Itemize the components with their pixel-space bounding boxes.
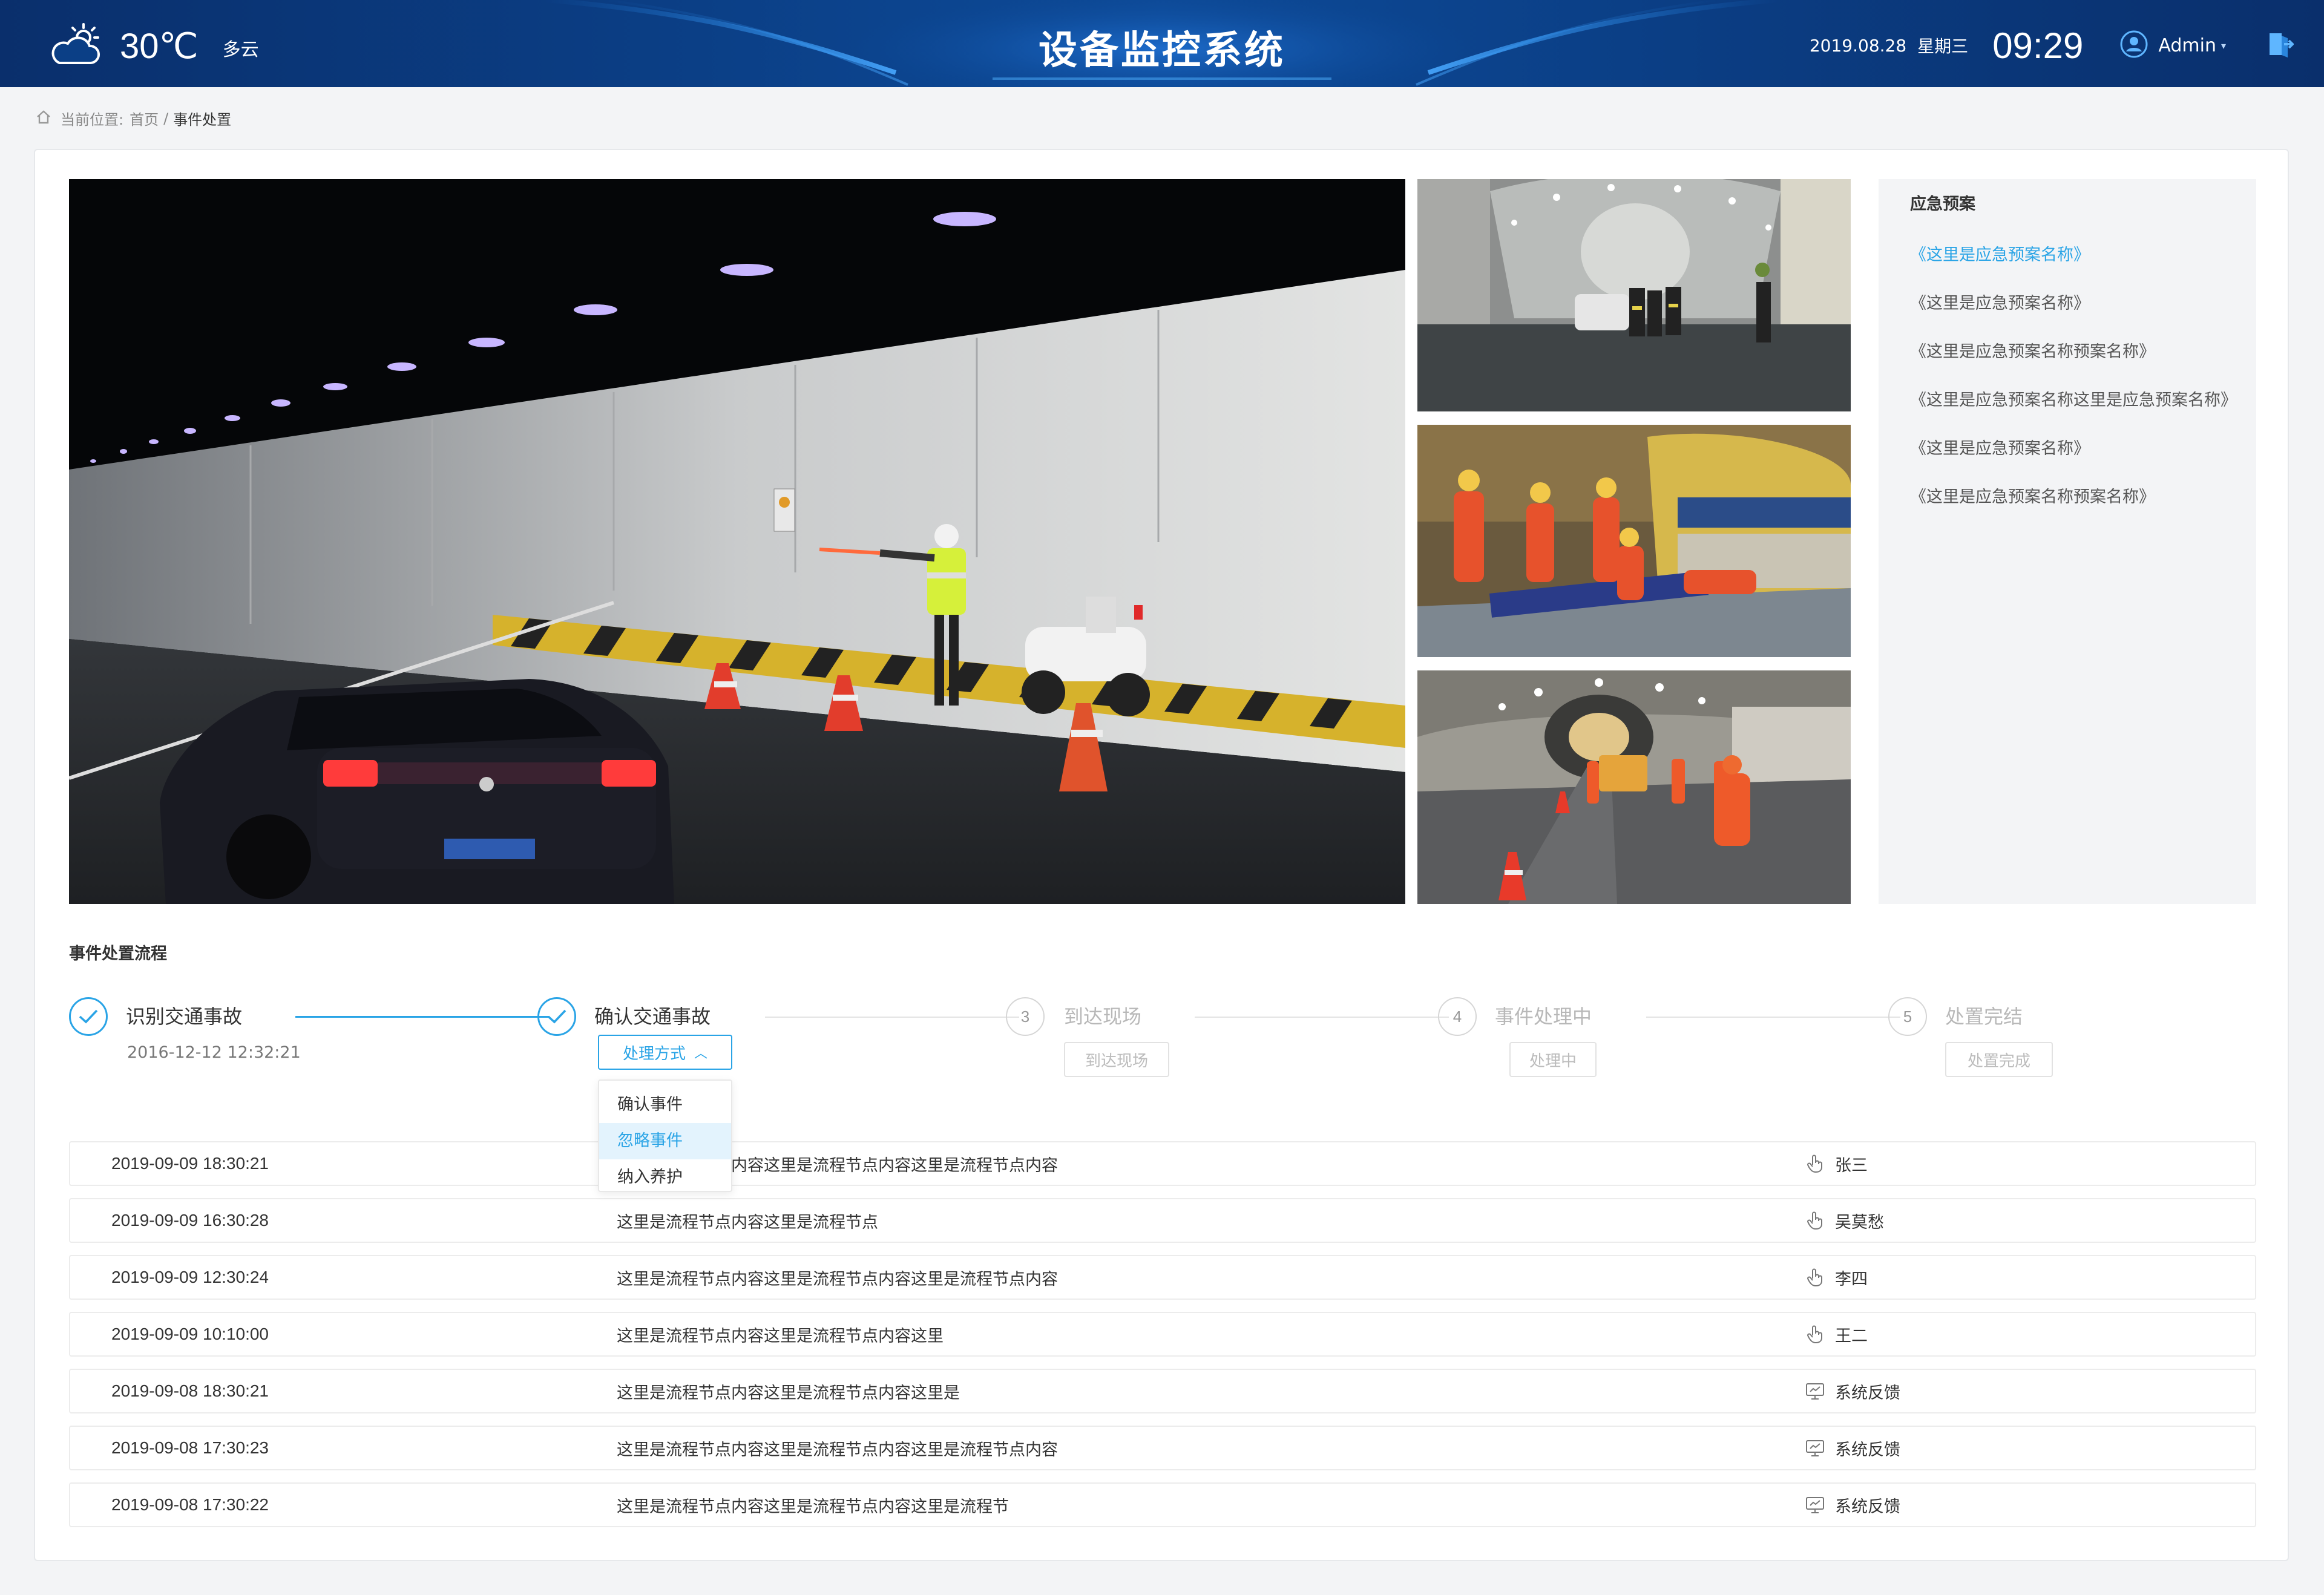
event-content: 这里是流程节点内容这里是流程节点内容这里是流程节点内容 (617, 1440, 1058, 1459)
hand-icon (1805, 1153, 1825, 1174)
monitor-icon (1805, 1495, 1825, 1515)
breadcrumb-current: 事件处置 (173, 111, 232, 128)
breadcrumb-separator: / (163, 110, 169, 127)
event-photo-thumbnail-2[interactable] (1417, 425, 1851, 657)
emergency-plan-link[interactable]: 《这里是应急预案名称预案名称》 (1910, 328, 2256, 376)
step-connector (765, 1017, 1019, 1018)
event-card: 应急预案 《这里是应急预案名称》 《这里是应急预案名称》 《这里是应急预案名称预… (34, 149, 2289, 1561)
table-row: 2019-09-09 16:30:28 这里是流程节点内容这里是流程节点 吴莫愁 (69, 1198, 2256, 1243)
step-1-label: 识别交通事故 (126, 1005, 243, 1028)
step-5-label: 处置完结 (1945, 1005, 2023, 1028)
top-header: 30℃ 多云 设备监控系统 2019.08.28 星期三 09:29 Admin… (0, 0, 2324, 87)
event-operator: 王二 (1805, 1323, 1868, 1346)
header-status: 2019.08.28 星期三 09:29 Admin ▾ (1810, 24, 2294, 67)
event-photo-thumbnail-1[interactable] (1417, 179, 1851, 411)
menu-item-add-maintenance[interactable]: 纳入养护 (599, 1159, 731, 1196)
hand-icon (1805, 1210, 1825, 1231)
event-time: 2019-09-09 12:30:24 (111, 1268, 269, 1286)
step-4-number: 4 (1438, 997, 1477, 1036)
user-menu[interactable]: Admin ▾ (2119, 30, 2226, 61)
event-operator: 系统反馈 (1805, 1436, 1900, 1460)
breadcrumb: 当前位置: 首页 / 事件处置 (35, 108, 231, 129)
event-operator: 系统反馈 (1805, 1493, 1900, 1517)
current-date: 2019.08.28 (1809, 35, 1907, 56)
event-operator: 吴莫愁 (1805, 1209, 1884, 1233)
event-time: 2019-09-08 18:30:21 (111, 1381, 269, 1400)
event-operator: 李四 (1805, 1266, 1868, 1289)
event-operator-name: 张三 (1835, 1156, 1868, 1175)
event-time: 2019-09-08 17:30:22 (111, 1495, 269, 1514)
handling-method-label: 处理方式 (622, 1044, 686, 1063)
check-icon (69, 997, 108, 1036)
table-row: 2019-09-09 12:30:24 这里是流程节点内容这里是流程节点内容这里… (69, 1255, 2256, 1300)
table-row: 2019-09-09 18:30:21 这里是流程节点内容这里是流程节点内容这里… (69, 1141, 2256, 1186)
event-content: 这里是流程节点内容这里是流程节点内容这里是流程节 (617, 1497, 1009, 1516)
event-operator: 张三 (1805, 1152, 1868, 1176)
processing-button[interactable]: 处理中 (1509, 1042, 1597, 1077)
event-operator-name: 吴莫愁 (1835, 1213, 1884, 1232)
event-operator-name: 系统反馈 (1835, 1440, 1900, 1459)
chevron-up-icon: ︿ (694, 1046, 708, 1061)
event-operator-name: 系统反馈 (1835, 1497, 1900, 1516)
user-name: Admin (2158, 34, 2216, 56)
step-connector (295, 1016, 550, 1018)
step-4-label: 事件处理中 (1495, 1005, 1592, 1028)
emergency-plan-link[interactable]: 《这里是应急预案名称这里是应急预案名称》 (1910, 376, 2256, 425)
chevron-down-icon: ▾ (2221, 39, 2226, 51)
complete-button[interactable]: 处置完成 (1945, 1042, 2053, 1077)
step-3-label: 到达现场 (1064, 1005, 1142, 1028)
check-icon (537, 997, 576, 1036)
event-content: 这里是流程节点内容这里是流程节点 (617, 1213, 878, 1232)
table-row: 2019-09-08 18:30:21 这里是流程节点内容这里是流程节点内容这里… (69, 1369, 2256, 1413)
event-time: 2019-09-09 10:10:00 (111, 1325, 269, 1343)
event-operator: 系统反馈 (1805, 1380, 1900, 1403)
event-time: 2019-09-09 16:30:28 (111, 1211, 269, 1230)
home-icon (35, 108, 52, 129)
current-time: 09:29 (1992, 25, 2084, 66)
emergency-plan-link[interactable]: 《这里是应急预案名称》 (1910, 280, 2256, 328)
process-steps: 识别交通事故 2016-12-12 12:32:21 确认交通事故 处理方式 ︿… (69, 997, 2256, 1118)
event-content: 这里是流程节点内容这里是流程节点内容这里 (617, 1326, 944, 1346)
handling-method-menu: 确认事件 忽略事件 纳入养护 (598, 1079, 732, 1192)
emergency-plan-title: 应急预案 (1910, 195, 1975, 214)
menu-item-ignore-event[interactable]: 忽略事件 (599, 1123, 731, 1159)
emergency-plan-link[interactable]: 《这里是应急预案名称》 (1910, 425, 2256, 473)
table-row: 2019-09-08 17:30:23 这里是流程节点内容这里是流程节点内容这里… (69, 1426, 2256, 1470)
menu-item-confirm-event[interactable]: 确认事件 (599, 1087, 731, 1123)
event-operator-name: 李四 (1835, 1269, 1868, 1289)
current-weekday: 星期三 (1917, 36, 1969, 56)
event-content: 这里是流程节点内容这里是流程节点内容这里是流程节点内容 (617, 1269, 1058, 1289)
emergency-plan-link[interactable]: 《这里是应急预案名称预案名称》 (1910, 473, 2256, 522)
process-section-title: 事件处置流程 (69, 945, 167, 963)
hand-icon (1805, 1324, 1825, 1344)
breadcrumb-home-link[interactable]: 首页 (130, 108, 159, 129)
table-row: 2019-09-09 10:10:00 这里是流程节点内容这里是流程节点内容这里… (69, 1312, 2256, 1357)
event-operator-name: 系统反馈 (1835, 1383, 1900, 1403)
step-5-number: 5 (1888, 997, 1927, 1036)
emergency-plan-panel: 应急预案 《这里是应急预案名称》 《这里是应急预案名称》 《这里是应急预案名称预… (1879, 179, 2256, 904)
logout-icon[interactable] (2266, 30, 2294, 61)
arrive-scene-button[interactable]: 到达现场 (1064, 1042, 1169, 1077)
handling-method-dropdown[interactable]: 处理方式 ︿ (598, 1035, 732, 1070)
event-photo-thumbnail-3[interactable] (1417, 670, 1851, 904)
event-operator-name: 王二 (1835, 1326, 1868, 1346)
user-avatar-icon (2119, 30, 2148, 61)
table-row: 2019-09-08 17:30:22 这里是流程节点内容这里是流程节点内容这里… (69, 1482, 2256, 1527)
event-time: 2019-09-09 18:30:21 (111, 1154, 269, 1173)
step-3-number: 3 (1006, 997, 1045, 1036)
breadcrumb-prefix: 当前位置: (61, 111, 124, 128)
event-content: 这里是流程节点内容这里是流程节点内容这里是 (617, 1383, 960, 1403)
main-event-photo[interactable] (69, 179, 1405, 904)
monitor-icon (1805, 1381, 1825, 1401)
step-connector (1195, 1017, 1449, 1018)
step-2-label: 确认交通事故 (594, 1005, 711, 1028)
step-1-time: 2016-12-12 12:32:21 (127, 1043, 301, 1062)
event-time: 2019-09-08 17:30:23 (111, 1438, 269, 1457)
monitor-icon (1805, 1438, 1825, 1458)
step-connector (1646, 1017, 1900, 1018)
hand-icon (1805, 1267, 1825, 1288)
emergency-plan-link[interactable]: 《这里是应急预案名称》 (1910, 231, 2256, 280)
